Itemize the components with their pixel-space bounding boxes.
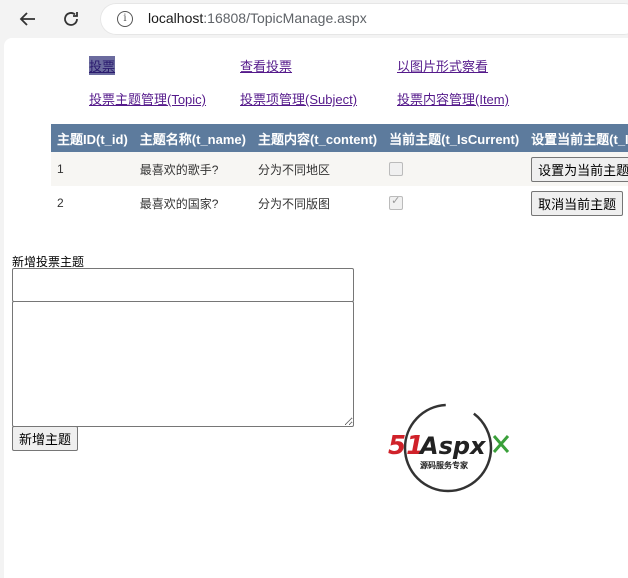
cell-current: [383, 152, 526, 186]
logo-graphic: 51 Aspx 源码服务专家: [388, 403, 510, 493]
logo-word: Aspx: [418, 432, 487, 460]
menu-link-view-image[interactable]: 以图片形式察看: [397, 56, 488, 75]
logo-tagline: 源码服务专家: [420, 460, 469, 470]
set-current-button[interactable]: 设置为当前主题: [531, 156, 628, 182]
grid-header-row: 主题ID(t_id) 主题名称(t_name) 主题内容(t_content) …: [51, 124, 628, 152]
menu-link-view-vote[interactable]: 查看投票: [240, 56, 292, 75]
browser-toolbar: i localhost:16808/TopicManage.aspx: [0, 0, 628, 38]
logo-x-accent: [492, 435, 510, 453]
col-header-id: 主题ID(t_id): [51, 124, 134, 152]
topic-content-textarea[interactable]: [12, 301, 354, 427]
table-row: 1 最喜欢的歌手? 分为不同地区 设置为当前主题: [51, 152, 628, 186]
menu-link-subject-manage[interactable]: 投票项管理(Subject): [240, 89, 357, 108]
url-path: :16808/TopicManage.aspx: [203, 10, 367, 26]
cell-name: 最喜欢的国家?: [133, 186, 252, 220]
url-text: localhost:16808/TopicManage.aspx: [148, 10, 367, 26]
col-header-current: 当前主题(t_IsCurrent): [383, 124, 526, 152]
col-header-set-current: 设置当前主题(t_I: [525, 124, 628, 152]
topic-grid: 主题ID(t_id) 主题名称(t_name) 主题内容(t_content) …: [51, 124, 628, 220]
menu-link-topic-manage[interactable]: 投票主题管理(Topic): [89, 89, 206, 108]
cell-content: 分为不同地区: [251, 152, 384, 186]
logo-number: 51: [388, 431, 424, 461]
cell-current: [383, 186, 526, 220]
cell-name: 最喜欢的歌手?: [133, 152, 252, 186]
brand-logo: 51 Aspx 源码服务专家: [386, 402, 510, 494]
menu-link-vote[interactable]: 投票: [89, 56, 116, 75]
url-host: localhost: [148, 10, 204, 26]
col-header-content: 主题内容(t_content): [251, 124, 384, 152]
reload-icon[interactable]: [58, 6, 84, 32]
site-info-icon[interactable]: i: [117, 11, 133, 27]
cancel-current-button[interactable]: 取消当前主题: [531, 190, 624, 216]
cell-id: 1: [51, 152, 134, 186]
cell-action: 设置为当前主题: [525, 152, 628, 186]
table-row: 2 最喜欢的国家? 分为不同版图 取消当前主题: [51, 186, 628, 220]
current-checkbox: [389, 162, 404, 177]
cell-content: 分为不同版图: [251, 186, 384, 220]
add-topic-button[interactable]: 新增主题: [12, 426, 79, 451]
menu-link-item-manage[interactable]: 投票内容管理(Item): [397, 89, 509, 108]
current-checkbox: [389, 194, 404, 211]
cell-action: 取消当前主题: [525, 186, 628, 220]
page-content: 投票 查看投票 以图片形式察看 投票主题管理(Topic) 投票项管理(Subj…: [4, 38, 628, 578]
col-header-name: 主题名称(t_name): [133, 124, 252, 152]
address-bar[interactable]: i localhost:16808/TopicManage.aspx: [100, 3, 628, 35]
topic-name-input[interactable]: [12, 268, 354, 302]
cell-id: 2: [51, 186, 134, 220]
back-arrow-icon[interactable]: [15, 6, 41, 32]
